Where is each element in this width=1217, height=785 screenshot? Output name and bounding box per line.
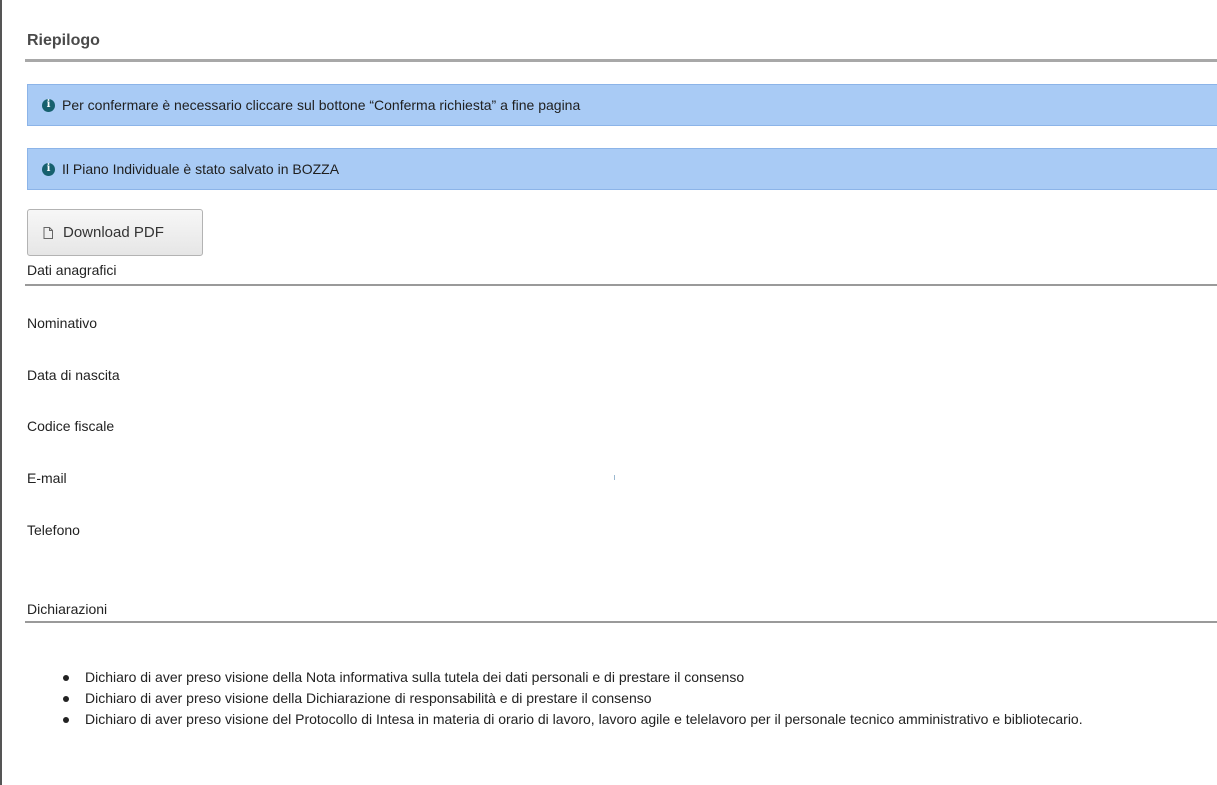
title-divider: [25, 59, 1217, 62]
declaration-text: Dichiaro di aver preso visione della Dic…: [85, 690, 652, 706]
alert-text: Per confermare è necessario cliccare sul…: [62, 97, 581, 113]
alert-text: Il Piano Individuale è stato salvato in …: [62, 161, 340, 177]
summary-panel: Riepilogo i Per confermare è necessario …: [0, 0, 1217, 785]
list-item: Dichiaro di aver preso visione della Not…: [63, 667, 1135, 688]
info-icon: i: [42, 98, 55, 112]
field-label-codice-fiscale: Codice fiscale: [27, 418, 115, 434]
page-title: Riepilogo: [27, 32, 100, 49]
bullet-icon: [63, 717, 69, 723]
confirm-info-alert: i Per confermare è necessario cliccare s…: [27, 84, 1217, 126]
bullet-icon: [63, 696, 69, 702]
personal-data-divider: [25, 284, 1217, 286]
info-icon: i: [42, 162, 55, 176]
field-label-nominativo: Nominativo: [27, 315, 98, 331]
field-label-email: E-mail: [27, 470, 67, 486]
declarations-divider: [25, 621, 1217, 623]
field-label-data-di-nascita: Data di nascita: [27, 367, 120, 383]
draft-saved-alert: i Il Piano Individuale è stato salvato i…: [27, 148, 1217, 190]
bullet-icon: [63, 675, 69, 681]
file-icon: [43, 226, 53, 239]
download-pdf-label: Download PDF: [63, 224, 164, 241]
declaration-text: Dichiaro di aver preso visione del Proto…: [85, 711, 1083, 727]
declaration-text: Dichiaro di aver preso visione della Not…: [85, 669, 745, 685]
download-pdf-button[interactable]: Download PDF: [27, 209, 203, 256]
list-item: Dichiaro di aver preso visione del Proto…: [63, 709, 1135, 730]
field-label-telefono: Telefono: [27, 522, 80, 538]
list-item: Dichiaro di aver preso visione della Dic…: [63, 688, 1135, 709]
declarations-title: Dichiarazioni: [27, 601, 108, 617]
personal-data-title: Dati anagrafici: [27, 262, 117, 278]
declarations-list: Dichiaro di aver preso visione della Not…: [63, 667, 1135, 730]
email-value-mark: [614, 475, 615, 480]
